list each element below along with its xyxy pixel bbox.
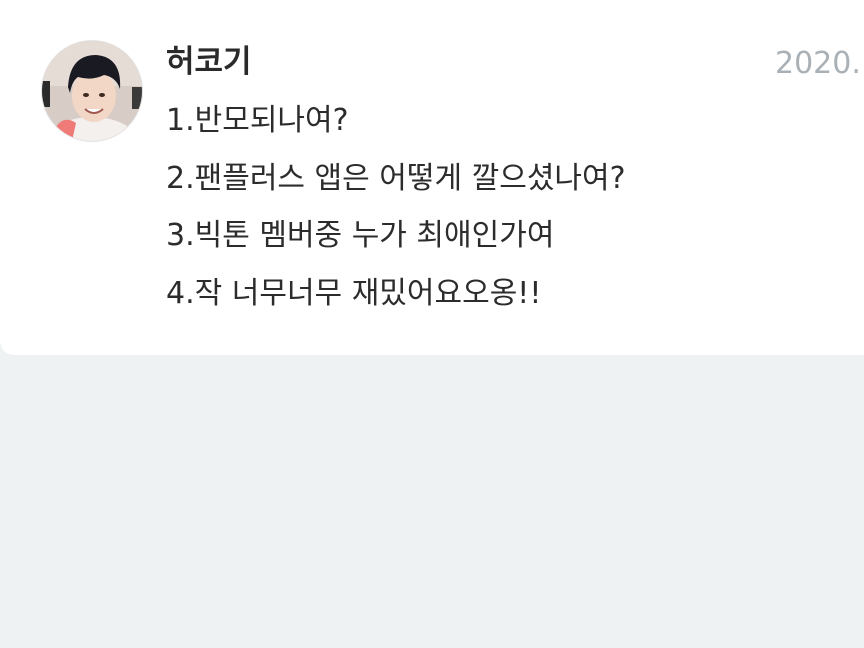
avatar[interactable]: [41, 40, 143, 142]
comment-line-4: 4.작 너무너무 재밌어요오옹!!: [166, 276, 542, 311]
empty-page-area: [0, 355, 864, 648]
comment-card: 허코기 2020. 1.반모되나여? 2.팬플러스 앱은 어떻게 깔으셨나여? …: [0, 0, 864, 355]
comment-timestamp: 2020.: [775, 46, 861, 81]
comment-line-3: 3.빅톤 멤버중 누가 최애인가여: [166, 218, 555, 253]
comment-line-2: 2.팬플러스 앱은 어떻게 깔으셨나여?: [166, 161, 626, 196]
comment-author-name[interactable]: 허코기: [166, 42, 252, 82]
comment-line-1: 1.반모되나여?: [166, 103, 349, 138]
avatar-photo: [42, 41, 142, 141]
